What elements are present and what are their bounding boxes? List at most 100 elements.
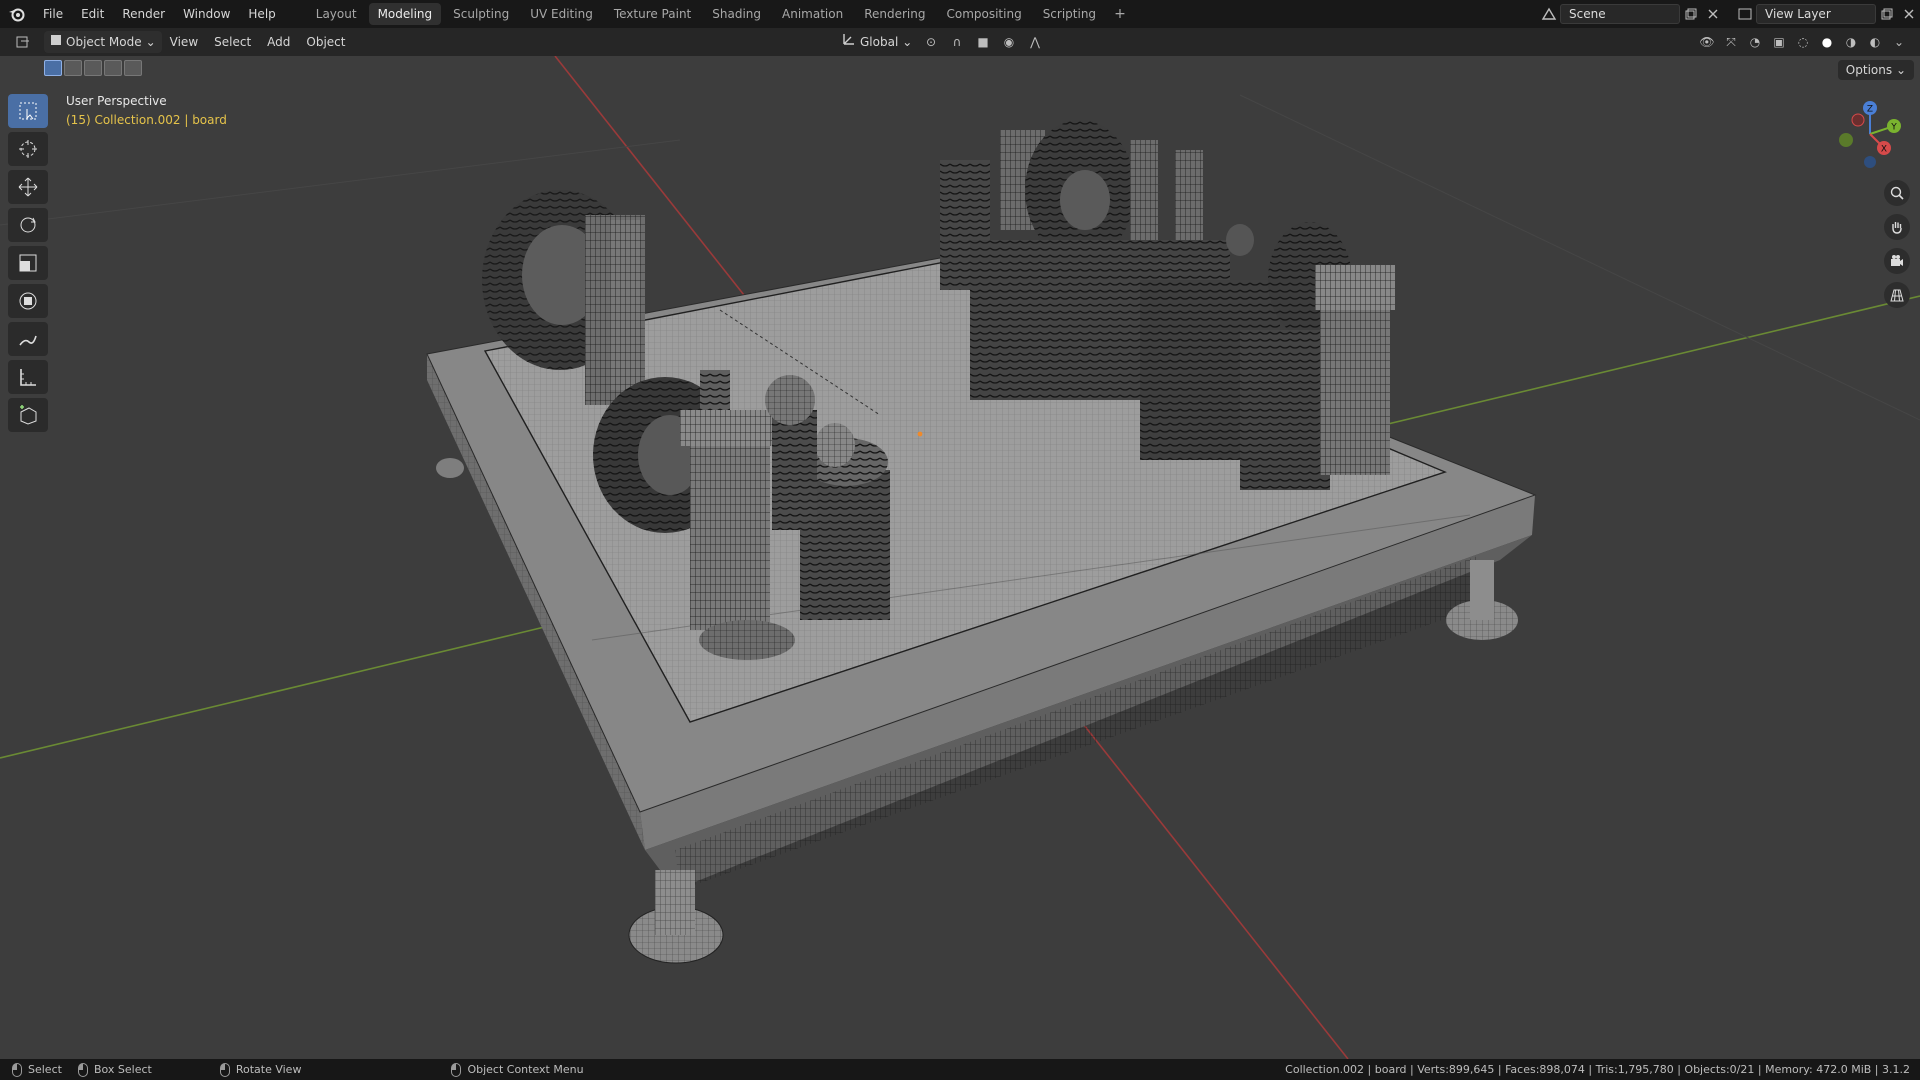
new-scene-icon[interactable] xyxy=(1680,4,1702,24)
scene-field[interactable]: Scene xyxy=(1560,4,1680,24)
origin-point xyxy=(917,431,923,437)
tab-shading[interactable]: Shading xyxy=(703,3,770,25)
menu-add[interactable]: Add xyxy=(259,35,298,49)
tab-uv-editing[interactable]: UV Editing xyxy=(521,3,602,25)
proportional-edit-icon[interactable]: ◉ xyxy=(998,32,1020,52)
scene-icon[interactable] xyxy=(1538,4,1560,24)
chevron-down-icon: ⌄ xyxy=(1895,63,1906,77)
middle-mouse-icon xyxy=(219,1062,230,1077)
status-rotate: Rotate View xyxy=(219,1062,302,1077)
x-axis-label: X xyxy=(1881,145,1887,155)
menu-render[interactable]: Render xyxy=(113,0,174,28)
status-context-label: Object Context Menu xyxy=(467,1063,584,1076)
visibility-icon[interactable]: 👁 xyxy=(1696,32,1718,52)
select-subtract-icon[interactable] xyxy=(84,60,102,76)
view-layer-field[interactable]: View Layer xyxy=(1756,4,1876,24)
neg-x-axis-icon[interactable] xyxy=(1851,113,1865,127)
status-context: Object Context Menu xyxy=(451,1062,584,1077)
menu-object[interactable]: Object xyxy=(298,35,353,49)
delete-view-layer-icon[interactable] xyxy=(1898,4,1920,24)
status-bar: Select Box Select Rotate View Object Con… xyxy=(0,1059,1920,1080)
tool-shelf xyxy=(8,94,48,432)
options-dropdown[interactable]: Options ⌄ xyxy=(1837,60,1914,80)
add-workspace-button[interactable]: + xyxy=(1108,6,1132,22)
z-axis-label: Z xyxy=(1867,105,1873,115)
scene-statistics: Collection.002 | board | Verts:899,645 |… xyxy=(1285,1063,1910,1076)
snap-target-icon[interactable]: ■ xyxy=(972,32,994,52)
wireframe-shading-icon[interactable]: ◌ xyxy=(1792,32,1814,52)
active-collection-label: (15) Collection.002 | board xyxy=(66,113,227,127)
select-invert-icon[interactable] xyxy=(104,60,122,76)
mode-dropdown[interactable]: Object Mode ⌄ xyxy=(44,31,162,53)
scene-controls: Scene View Layer xyxy=(1538,0,1920,28)
zoom-icon[interactable] xyxy=(1884,180,1910,206)
tab-scripting[interactable]: Scripting xyxy=(1034,3,1105,25)
y-axis-label: Y xyxy=(1890,123,1897,133)
status-rotate-label: Rotate View xyxy=(235,1063,302,1076)
top-menu-bar: File Edit Render Window Help Layout Mode… xyxy=(0,0,1920,28)
menu-edit[interactable]: Edit xyxy=(72,0,113,28)
workspace-tabs: Layout Modeling Sculpting UV Editing Tex… xyxy=(307,0,1132,28)
select-box-icon[interactable] xyxy=(8,94,48,128)
gizmo-toggle-icon[interactable]: ⤧ xyxy=(1720,32,1742,52)
orientation-dropdown[interactable]: Global ⌄ xyxy=(836,31,918,53)
annotate-icon[interactable] xyxy=(8,322,48,356)
orientation-icon xyxy=(842,31,856,53)
rotate-icon[interactable] xyxy=(8,208,48,242)
camera-icon[interactable] xyxy=(1884,248,1910,274)
add-cube-icon[interactable] xyxy=(8,398,48,432)
tab-layout[interactable]: Layout xyxy=(307,3,366,25)
tab-rendering[interactable]: Rendering xyxy=(855,3,934,25)
select-new-icon[interactable] xyxy=(44,60,62,76)
transform-icon[interactable] xyxy=(8,284,48,318)
scene-render xyxy=(0,56,1920,1059)
snapping-controls: ⊙ ∩ ■ ◉ ⋀ xyxy=(920,32,1046,52)
menu-window[interactable]: Window xyxy=(174,0,239,28)
measure-icon[interactable] xyxy=(8,360,48,394)
solid-shading-icon[interactable]: ● xyxy=(1816,32,1838,52)
select-intersect-icon[interactable] xyxy=(124,60,142,76)
menu-view[interactable]: View xyxy=(162,35,206,49)
delete-scene-icon[interactable] xyxy=(1702,4,1724,24)
overlay-controls: 👁 ⤧ ◔ ▣ ◌ ● ◑ ◐ ⌄ xyxy=(1696,32,1910,52)
move-icon[interactable] xyxy=(8,170,48,204)
blender-logo-icon[interactable] xyxy=(0,0,34,28)
status-select: Select xyxy=(12,1062,62,1077)
navigation-gizmo[interactable]: Z Y X xyxy=(1836,96,1906,172)
menu-file[interactable]: File xyxy=(34,0,72,28)
new-view-layer-icon[interactable] xyxy=(1876,4,1898,24)
3d-viewport[interactable] xyxy=(0,56,1920,1059)
perspective-toggle-icon[interactable] xyxy=(1884,282,1910,308)
pan-hand-icon[interactable] xyxy=(1884,214,1910,240)
left-mouse-icon xyxy=(12,1062,22,1077)
chevron-down-icon: ⌄ xyxy=(902,35,913,49)
tab-compositing[interactable]: Compositing xyxy=(937,3,1030,25)
menu-select[interactable]: Select xyxy=(206,35,259,49)
tab-animation[interactable]: Animation xyxy=(773,3,852,25)
rendered-shading-icon[interactable]: ◐ xyxy=(1864,32,1886,52)
object-mode-icon xyxy=(50,31,62,53)
editor-type-icon[interactable] xyxy=(8,32,38,52)
pivot-icon[interactable]: ⊙ xyxy=(920,32,942,52)
view-layer-icon[interactable] xyxy=(1734,4,1756,24)
tab-modeling[interactable]: Modeling xyxy=(368,3,442,25)
neg-y-axis-icon[interactable] xyxy=(1839,133,1853,147)
cursor-icon[interactable] xyxy=(8,132,48,166)
falloff-icon[interactable]: ⋀ xyxy=(1024,32,1046,52)
snap-icon[interactable]: ∩ xyxy=(946,32,968,52)
neg-z-axis-icon[interactable] xyxy=(1864,156,1876,168)
xray-icon[interactable]: ▣ xyxy=(1768,32,1790,52)
menu-help[interactable]: Help xyxy=(239,0,284,28)
material-shading-icon[interactable]: ◑ xyxy=(1840,32,1862,52)
shading-options-icon[interactable]: ⌄ xyxy=(1888,32,1910,52)
chevron-down-icon: ⌄ xyxy=(145,35,156,49)
viewport-nav-buttons xyxy=(1884,180,1910,308)
overlays-icon[interactable]: ◔ xyxy=(1744,32,1766,52)
tab-sculpting[interactable]: Sculpting xyxy=(444,3,518,25)
select-extend-icon[interactable] xyxy=(64,60,82,76)
right-mouse-icon xyxy=(451,1062,462,1077)
scale-icon[interactable] xyxy=(8,246,48,280)
viewport-info: User Perspective (15) Collection.002 | b… xyxy=(66,92,227,130)
mode-label: Object Mode xyxy=(66,35,142,49)
tab-texture-paint[interactable]: Texture Paint xyxy=(605,3,700,25)
